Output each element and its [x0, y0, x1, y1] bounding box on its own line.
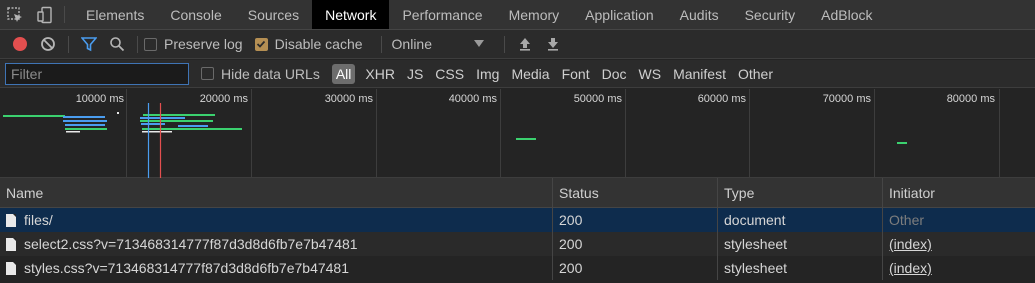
type-filter-media[interactable]: Media: [505, 64, 555, 84]
preserve-log-checkbox[interactable]: Preserve log: [144, 36, 243, 52]
record-icon: [13, 37, 27, 51]
checkmark-icon: [256, 40, 266, 48]
inspect-element-button[interactable]: [0, 0, 30, 29]
clear-icon: [41, 37, 55, 51]
request-type: document: [718, 208, 883, 232]
overview-tick-label: 60000 ms: [697, 93, 746, 105]
search-button[interactable]: [103, 30, 131, 58]
type-filter-img[interactable]: Img: [470, 64, 505, 84]
initiator-link[interactable]: (index): [889, 236, 932, 252]
tab-memory[interactable]: Memory: [496, 0, 573, 29]
throttling-value: Online: [391, 36, 432, 52]
tab-sources[interactable]: Sources: [235, 0, 312, 29]
search-icon: [110, 37, 125, 52]
network-toolbar: Preserve log Disable cache Online: [0, 30, 1035, 59]
resource-type-filters: All XHR JS CSS Img Media Font Doc WS Man…: [331, 63, 779, 84]
overview-tick-label: 40000 ms: [448, 93, 497, 105]
tab-audits[interactable]: Audits: [667, 0, 732, 29]
column-header-type[interactable]: Type: [718, 178, 883, 207]
dropdown-arrow-icon: [473, 40, 484, 47]
toolbar-divider: [380, 35, 382, 53]
request-name-cell: styles.css?v=713468314777f87d3d8d6fb7e7b…: [0, 256, 553, 280]
tab-console[interactable]: Console: [157, 0, 234, 29]
request-status: 200: [553, 256, 718, 280]
type-filter-css[interactable]: CSS: [429, 64, 470, 84]
throttling-select[interactable]: Online: [392, 36, 484, 52]
type-filter-ws[interactable]: WS: [633, 64, 668, 84]
column-header-name[interactable]: Name: [0, 178, 553, 207]
request-bars-cluster: [3, 112, 907, 144]
type-filter-xhr[interactable]: XHR: [359, 64, 401, 84]
request-name: styles.css?v=713468314777f87d3d8d6fb7e7b…: [24, 260, 350, 276]
filter-funnel-icon: [81, 37, 97, 52]
requests-table-header: Name Status Type Initiator: [0, 178, 1035, 208]
devtools-tabbar: Elements Console Sources Network Perform…: [0, 0, 1035, 30]
toolbar-divider: [68, 35, 69, 53]
request-name: select2.css?v=713468314777f87d3d8d6fb7e7…: [24, 236, 358, 252]
type-filter-font[interactable]: Font: [556, 64, 596, 84]
disable-cache-checkbox[interactable]: Disable cache: [254, 36, 363, 52]
request-type: stylesheet: [718, 256, 883, 280]
overview-tick-label: 50000 ms: [573, 93, 622, 105]
checkbox-box: [201, 67, 214, 80]
tab-application[interactable]: Application: [572, 0, 667, 29]
filter-bar: Hide data URLs All XHR JS CSS Img Media …: [0, 60, 1035, 88]
inspect-cursor-icon: [7, 6, 22, 22]
table-row[interactable]: styles.css?v=713468314777f87d3d8d6fb7e7b…: [0, 256, 1035, 280]
disable-cache-label: Disable cache: [274, 36, 363, 52]
request-name-cell: files/: [0, 208, 553, 232]
download-icon: [547, 38, 558, 51]
import-har-button[interactable]: [511, 30, 539, 58]
request-status: 200: [553, 232, 718, 256]
checkbox-box: [144, 37, 157, 51]
table-row[interactable]: files/ 200 document Other: [0, 208, 1035, 232]
overview-tick-label: 20000 ms: [199, 93, 248, 105]
document-file-icon: [6, 213, 16, 227]
request-initiator-cell: (index): [883, 256, 1035, 280]
tab-adblock[interactable]: AdBlock: [808, 0, 885, 29]
overview-tick-label: 70000 ms: [822, 93, 871, 105]
stylesheet-file-icon: [6, 237, 16, 251]
table-row[interactable]: select2.css?v=713468314777f87d3d8d6fb7e7…: [0, 232, 1035, 256]
device-mode-icon: [37, 6, 52, 23]
column-header-status[interactable]: Status: [553, 178, 718, 207]
network-overview[interactable]: 10000 ms 20000 ms 30000 ms 40000 ms 5000…: [0, 89, 1035, 178]
overview-tick-label: 30000 ms: [324, 93, 373, 105]
request-initiator: Other: [889, 212, 925, 228]
tab-network[interactable]: Network: [312, 0, 390, 29]
request-name-cell: select2.css?v=713468314777f87d3d8d6fb7e7…: [0, 232, 553, 256]
clear-button[interactable]: [34, 30, 62, 58]
hide-data-urls-checkbox[interactable]: Hide data URLs: [201, 66, 320, 82]
device-toolbar-button[interactable]: [30, 0, 60, 29]
type-filter-all[interactable]: All: [331, 63, 356, 84]
type-filter-js[interactable]: JS: [401, 64, 429, 84]
filter-toggle-button[interactable]: [75, 30, 103, 58]
tab-elements[interactable]: Elements: [73, 0, 157, 29]
filter-input[interactable]: [5, 62, 189, 85]
checkbox-box-checked: [254, 37, 268, 51]
request-name: files/: [24, 212, 53, 228]
type-filter-other[interactable]: Other: [732, 64, 779, 84]
type-filter-manifest[interactable]: Manifest: [667, 64, 732, 84]
preserve-log-label: Preserve log: [164, 36, 243, 52]
toolbar-divider: [137, 35, 138, 53]
overview-tick-label: 10000 ms: [75, 93, 124, 105]
tab-performance[interactable]: Performance: [389, 0, 495, 29]
request-status: 200: [553, 208, 718, 232]
tabbar-divider: [64, 6, 65, 23]
export-har-button[interactable]: [539, 30, 567, 58]
toolbar-divider: [503, 35, 505, 53]
column-header-initiator[interactable]: Initiator: [883, 178, 1035, 207]
hide-data-urls-label: Hide data URLs: [221, 65, 320, 82]
tab-security[interactable]: Security: [732, 0, 809, 29]
stylesheet-file-icon: [6, 261, 16, 275]
record-button[interactable]: [6, 30, 34, 58]
request-initiator-cell: (index): [883, 232, 1035, 256]
overview-tick-label: 80000 ms: [946, 93, 995, 105]
upload-icon: [519, 38, 530, 51]
type-filter-doc[interactable]: Doc: [596, 64, 633, 84]
request-type: stylesheet: [718, 232, 883, 256]
initiator-link[interactable]: (index): [889, 260, 932, 276]
